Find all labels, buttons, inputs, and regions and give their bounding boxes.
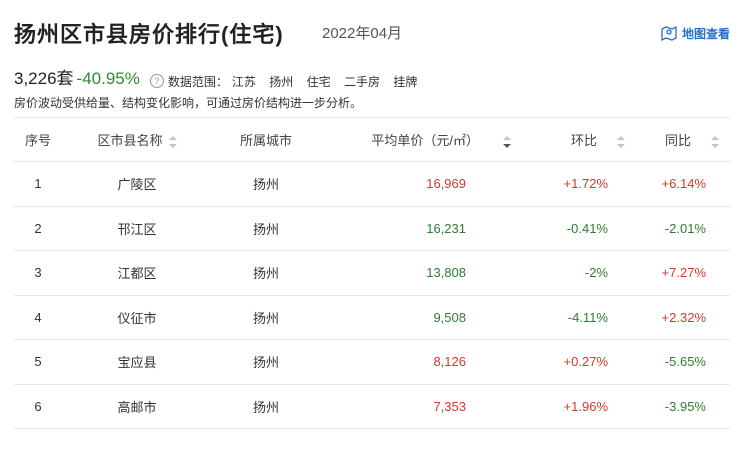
sort-icon[interactable] (617, 135, 625, 148)
rank-cell: 6 (34, 398, 42, 414)
scope-label: 数据范围： (167, 74, 228, 89)
district-cell: 广陵区 (117, 177, 157, 193)
yoy-cell: +6.14% (661, 176, 706, 192)
map-pin-icon (661, 25, 677, 42)
yoy-cell: -2.01% (664, 220, 706, 236)
yoy-cell: +2.32% (661, 309, 706, 325)
table-row[interactable]: 1 广陵区 扬州 16,969 +1.72% +6.14% (14, 162, 730, 206)
mom-cell: +1.96% (563, 398, 608, 414)
mom-cell: -2% (584, 265, 608, 281)
col-mom[interactable]: 环比 (520, 118, 632, 162)
listing-count: 3,226套 (14, 69, 74, 88)
rank-cell: 3 (34, 265, 42, 281)
mom-cell: +1.72% (563, 176, 608, 192)
scope-item: 挂牌 (393, 74, 418, 89)
yoy-cell: -5.65% (664, 354, 706, 370)
district-cell: 邗江区 (117, 221, 157, 237)
listing-change: -40.95% (76, 69, 140, 88)
rank-cell: 5 (34, 354, 42, 370)
sort-icon[interactable] (711, 135, 719, 148)
question-icon[interactable]: ? (149, 74, 164, 88)
price-cell: 13,808 (426, 265, 466, 281)
city-cell: 扬州 (252, 266, 279, 282)
table-row[interactable]: 5 宝应县 扬州 8,126 +0.27% -5.65% (14, 340, 730, 384)
scope-item: 江苏 (231, 74, 256, 89)
price-note: 房价波动受供给量、结构变化影响，可通过房价结构进一步分析。 (14, 96, 363, 110)
col-yoy[interactable]: 同比 (632, 118, 730, 162)
rank-cell: 4 (34, 309, 42, 325)
price-cell: 16,231 (426, 220, 466, 236)
price-cell: 16,969 (426, 176, 466, 192)
mom-cell: -4.11% (567, 309, 608, 325)
yoy-cell: +7.27% (661, 265, 706, 281)
scope-item: 二手房 (343, 74, 380, 89)
city-cell: 扬州 (252, 221, 279, 237)
price-cell: 7,353 (433, 398, 466, 414)
report-date: 2022年04月 (322, 25, 403, 42)
mom-cell: -0.41% (566, 220, 608, 236)
table-row[interactable]: 2 邗江区 扬州 16,231 -0.41% -2.01% (14, 206, 730, 251)
price-cell: 8,126 (433, 354, 466, 370)
table-row[interactable]: 6 高邮市 扬州 7,353 +1.96% -3.95% (14, 384, 730, 429)
summary-bar: 3,226套 -40.95% ? 数据范围： 江苏 扬州 住宅 二手房 挂牌 (14, 64, 427, 90)
col-district[interactable]: 区市县名称 (62, 118, 212, 162)
scope-item: 住宅 (306, 74, 331, 89)
mom-cell: +0.27% (563, 354, 608, 370)
page-header: 扬州区市县房价排行(住宅) 2022年04月 地图查看 (14, 14, 730, 50)
district-cell: 仪征市 (117, 310, 157, 326)
city-cell: 扬州 (252, 177, 279, 193)
col-rank: 序号 (24, 133, 51, 148)
district-cell: 江都区 (117, 266, 157, 282)
table-row[interactable]: 3 江都区 扬州 13,808 -2% +7.27% (14, 251, 730, 295)
table-header-row: 序号 区市县名称 所属城市 平均单价（元/㎡） 环比 同比 (14, 117, 730, 162)
col-city: 所属城市 (239, 133, 292, 148)
table-row[interactable]: 4 仪征市 扬州 9,508 -4.11% +2.32% (14, 295, 730, 340)
sort-icon[interactable] (168, 135, 177, 148)
district-cell: 宝应县 (117, 355, 157, 371)
city-cell: 扬州 (252, 399, 279, 415)
map-view-label: 地图查看 (681, 26, 730, 41)
col-price[interactable]: 平均单价（元/㎡） (320, 118, 520, 162)
rank-cell: 2 (34, 220, 42, 236)
city-cell: 扬州 (252, 310, 279, 326)
map-view-link[interactable]: 地图查看 (660, 24, 730, 42)
yoy-cell: -3.95% (664, 398, 706, 414)
scope-item: 扬州 (269, 74, 294, 89)
scope-items: 江苏 扬州 住宅 二手房 挂牌 (232, 73, 427, 90)
ranking-table: 序号 区市县名称 所属城市 平均单价（元/㎡） 环比 同比 1 广陵区 扬州 16,9… (14, 117, 730, 429)
price-cell: 9,508 (433, 309, 466, 325)
sort-icon[interactable] (503, 135, 511, 148)
rank-cell: 1 (34, 176, 42, 192)
district-cell: 高邮市 (117, 399, 157, 415)
data-scope: ? 数据范围： 江苏 扬州 住宅 二手房 挂牌 (149, 73, 427, 90)
city-cell: 扬州 (252, 355, 279, 371)
page-title: 扬州区市县房价排行(住宅) (14, 22, 284, 47)
